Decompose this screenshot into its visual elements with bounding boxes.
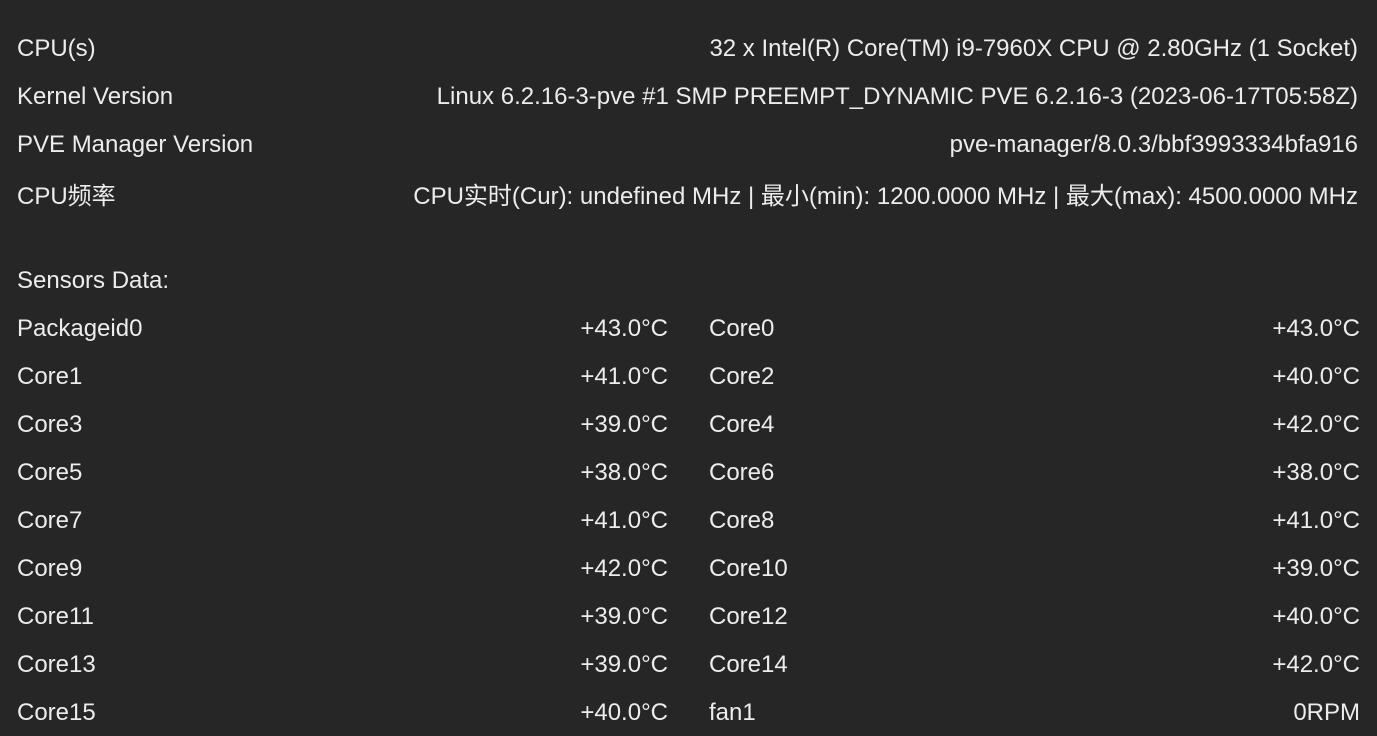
sensor-value: +40.0°C — [1272, 363, 1360, 390]
sensor-name: Core12 — [709, 603, 788, 630]
sensor-value: +42.0°C — [1272, 651, 1360, 678]
kernel-version-row: Kernel Version Linux 6.2.16-3-pve #1 SMP… — [17, 73, 1358, 121]
kernel-version-label: Kernel Version — [17, 83, 174, 110]
sensor-item: Core5 +38.0°C — [17, 459, 668, 487]
sensor-item: Core7 +41.0°C — [17, 507, 668, 535]
sensor-row: Core1 +41.0°C Core2 +40.0°C — [17, 353, 1360, 401]
sensor-item: Core2 +40.0°C — [709, 363, 1360, 391]
sensor-value: +39.0°C — [580, 603, 668, 630]
sensor-value: +41.0°C — [580, 363, 668, 390]
sensor-item: Core15 +40.0°C — [17, 699, 668, 727]
sensor-value: +38.0°C — [1272, 459, 1360, 486]
sensor-name: Core5 — [17, 459, 83, 486]
pve-manager-version-value: pve-manager/8.0.3/bbf3993334bfa916 — [949, 131, 1358, 158]
sensor-item: Core10 +39.0°C — [709, 555, 1360, 583]
sensor-value: +42.0°C — [1272, 411, 1360, 438]
sensor-name: Core0 — [709, 315, 775, 342]
cpu-frequency-row: CPU频率 CPU实时(Cur): undefined MHz | 最小(min… — [17, 169, 1358, 217]
sensor-value: +43.0°C — [1272, 315, 1360, 342]
cpu-frequency-label: CPU频率 — [17, 182, 116, 210]
fan-item: fan1 0RPM — [709, 699, 1360, 727]
sensor-item: Core11 +39.0°C — [17, 603, 668, 631]
sensor-row: Packageid0 +43.0°C Core0 +43.0°C — [17, 305, 1360, 353]
sensor-row: Core9 +42.0°C Core10 +39.0°C — [17, 545, 1360, 593]
cpu-info-row: CPU(s) 32 x Intel(R) Core(TM) i9-7960X C… — [17, 25, 1358, 73]
sensor-row: Core5 +38.0°C Core6 +38.0°C — [17, 449, 1360, 497]
sensor-name: Packageid0 — [17, 315, 143, 342]
sensor-value: +40.0°C — [580, 699, 668, 726]
cpu-label: CPU(s) — [17, 35, 96, 62]
sensor-row: Core15 +40.0°C fan1 0RPM — [17, 689, 1360, 736]
kernel-version-value: Linux 6.2.16-3-pve #1 SMP PREEMPT_DYNAMI… — [436, 83, 1358, 110]
sensor-item: Core1 +41.0°C — [17, 363, 668, 391]
sensor-name: Core6 — [709, 459, 775, 486]
sensor-item: Core13 +39.0°C — [17, 651, 668, 679]
sensors-data-heading: Sensors Data: — [17, 267, 170, 294]
sensor-item: Core14 +42.0°C — [709, 651, 1360, 679]
sensor-name: Core13 — [17, 651, 96, 678]
sensor-name: Core8 — [709, 507, 775, 534]
sensor-value: +39.0°C — [580, 411, 668, 438]
sensor-item: Core3 +39.0°C — [17, 411, 668, 439]
sensor-value: +43.0°C — [580, 315, 668, 342]
sensor-value: +41.0°C — [1272, 507, 1360, 534]
sensor-name: Core15 — [17, 699, 96, 726]
sensor-item: Core0 +43.0°C — [709, 315, 1360, 343]
sensor-name: Core9 — [17, 555, 83, 582]
sensor-item: Core6 +38.0°C — [709, 459, 1360, 487]
sensor-name: Core4 — [709, 411, 775, 438]
sensor-value: +39.0°C — [580, 651, 668, 678]
sensor-row: Core11 +39.0°C Core12 +40.0°C — [17, 593, 1360, 641]
sensor-value: +39.0°C — [1272, 555, 1360, 582]
sensor-item: Core9 +42.0°C — [17, 555, 668, 583]
sensor-row: Core13 +39.0°C Core14 +42.0°C — [17, 641, 1360, 689]
sensor-item: Core12 +40.0°C — [709, 603, 1360, 631]
sensor-name: Core3 — [17, 411, 83, 438]
sensor-name: Core10 — [709, 555, 788, 582]
pve-manager-version-label: PVE Manager Version — [17, 131, 254, 158]
cpu-value: 32 x Intel(R) Core(TM) i9-7960X CPU @ 2.… — [709, 35, 1358, 62]
sensor-item: Core4 +42.0°C — [709, 411, 1360, 439]
sensor-name: Core2 — [709, 363, 775, 390]
sensor-name: Core11 — [17, 603, 94, 630]
sensor-item: Packageid0 +43.0°C — [17, 315, 668, 343]
sensor-row: Core7 +41.0°C Core8 +41.0°C — [17, 497, 1360, 545]
cpu-frequency-value: CPU实时(Cur): undefined MHz | 最小(min): 120… — [413, 182, 1358, 210]
sensor-value: +38.0°C — [580, 459, 668, 486]
sensor-value: +41.0°C — [580, 507, 668, 534]
sensor-value: +40.0°C — [1272, 603, 1360, 630]
sensor-item: Core8 +41.0°C — [709, 507, 1360, 535]
fan-speed-value: 0RPM — [1293, 699, 1360, 726]
sensor-name: Core1 — [17, 363, 83, 390]
sensors-data-grid: Packageid0 +43.0°C Core0 +43.0°C Core1 +… — [17, 305, 1360, 736]
sensor-name: Core14 — [709, 651, 788, 678]
fan-name: fan1 — [709, 699, 756, 726]
node-summary-panel: CPU(s) 32 x Intel(R) Core(TM) i9-7960X C… — [0, 0, 1377, 736]
sensor-row: Core3 +39.0°C Core4 +42.0°C — [17, 401, 1360, 449]
sensor-value: +42.0°C — [580, 555, 668, 582]
sensor-name: Core7 — [17, 507, 83, 534]
pve-manager-version-row: PVE Manager Version pve-manager/8.0.3/bb… — [17, 121, 1358, 169]
